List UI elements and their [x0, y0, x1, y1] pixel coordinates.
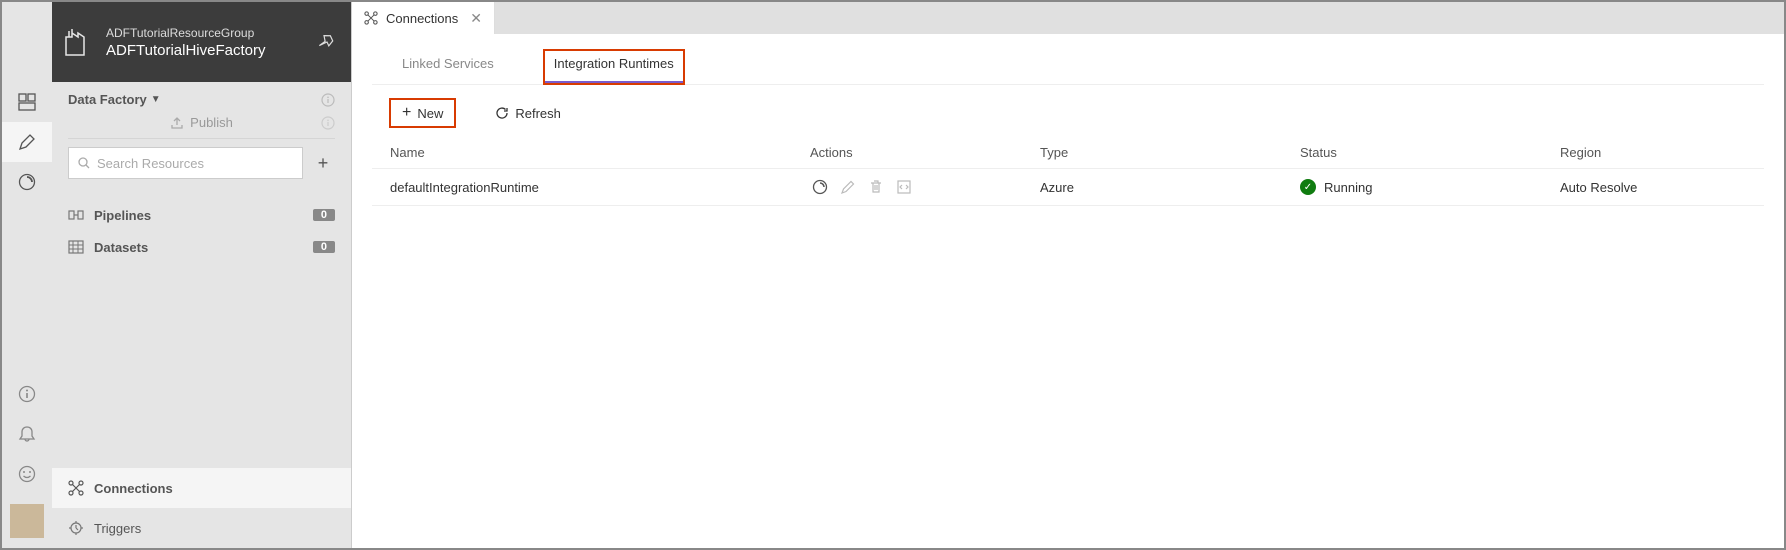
rail-feedback-icon[interactable] [2, 454, 52, 494]
tree-label: Datasets [94, 240, 148, 255]
table-header: Name Actions Type Status Region [372, 137, 1764, 169]
dataset-icon [68, 239, 84, 255]
pipeline-icon [68, 207, 84, 223]
chevron-down-icon: ▼ [151, 94, 161, 105]
cell-region: Auto Resolve [1560, 180, 1746, 195]
col-region: Region [1560, 145, 1746, 160]
info-icon[interactable] [321, 93, 335, 107]
code-action-icon[interactable] [894, 177, 914, 197]
main-area: Connections ✕ Linked Services Integratio… [352, 2, 1784, 548]
col-actions: Actions [810, 145, 1040, 160]
search-box[interactable] [68, 147, 303, 179]
upload-icon [170, 116, 184, 130]
col-name: Name [390, 145, 810, 160]
cell-status: ✓ Running [1300, 179, 1560, 195]
cell-type: Azure [1040, 180, 1300, 195]
status-text: Running [1324, 180, 1372, 195]
delete-action-icon[interactable] [866, 177, 886, 197]
add-resource-button[interactable]: + [311, 151, 335, 175]
rail-author-icon[interactable] [2, 122, 52, 162]
pin-icon[interactable] [319, 34, 335, 50]
factory-header: ADFTutorialResourceGroup ADFTutorialHive… [52, 2, 351, 82]
nav-triggers[interactable]: Triggers [52, 508, 351, 548]
publish-label: Publish [190, 115, 233, 130]
rail-overview-icon[interactable] [2, 82, 52, 122]
new-button[interactable]: + New [390, 99, 455, 127]
section-label: Data Factory [68, 92, 147, 107]
runtime-table: Name Actions Type Status Region defaultI… [372, 137, 1764, 206]
nav-connections[interactable]: Connections [52, 468, 351, 508]
status-ok-icon: ✓ [1300, 179, 1316, 195]
user-avatar[interactable] [10, 504, 44, 538]
factory-icon [64, 27, 94, 57]
tab-title: Connections [386, 11, 458, 26]
search-icon [77, 156, 91, 170]
tree-label: Pipelines [94, 208, 151, 223]
cell-actions [810, 177, 1040, 197]
search-input[interactable] [97, 156, 294, 171]
resource-group-label: ADFTutorialResourceGroup [106, 26, 307, 40]
data-factory-dropdown[interactable]: Data Factory ▼ [68, 92, 335, 107]
tree-datasets[interactable]: Datasets 0 [68, 231, 335, 263]
nav-label: Triggers [94, 521, 141, 536]
edit-action-icon[interactable] [838, 177, 858, 197]
nav-label: Connections [94, 481, 173, 496]
left-panel: ADFTutorialResourceGroup ADFTutorialHive… [52, 2, 352, 548]
connections-icon [364, 11, 378, 25]
refresh-label: Refresh [515, 106, 561, 121]
sub-tab-strip: Linked Services Integration Runtimes [372, 34, 1764, 84]
info-icon[interactable] [321, 116, 335, 130]
tab-connections[interactable]: Connections ✕ [352, 2, 495, 34]
tab-integration-runtimes[interactable]: Integration Runtimes [544, 50, 684, 84]
icon-rail [2, 2, 52, 548]
count-badge: 0 [313, 209, 335, 221]
plus-icon: + [402, 104, 411, 122]
tree-pipelines[interactable]: Pipelines 0 [68, 199, 335, 231]
new-label: New [417, 106, 443, 121]
factory-name-label: ADFTutorialHiveFactory [106, 42, 307, 59]
count-badge: 0 [313, 241, 335, 253]
rail-notifications-icon[interactable] [2, 414, 52, 454]
publish-button[interactable]: Publish [68, 107, 335, 139]
connections-icon [68, 480, 84, 496]
refresh-button[interactable]: Refresh [483, 101, 573, 126]
document-tab-strip: Connections ✕ [352, 2, 1784, 34]
monitor-action-icon[interactable] [810, 177, 830, 197]
rail-info-icon[interactable] [2, 374, 52, 414]
table-row[interactable]: defaultIntegrationRuntime [372, 169, 1764, 206]
cell-name: defaultIntegrationRuntime [390, 180, 810, 195]
col-type: Type [1040, 145, 1300, 160]
col-status: Status [1300, 145, 1560, 160]
toolbar: + New Refresh [372, 85, 1764, 137]
close-icon[interactable]: ✕ [470, 10, 482, 27]
triggers-icon [68, 520, 84, 536]
tab-linked-services[interactable]: Linked Services [392, 50, 504, 84]
refresh-icon [495, 106, 509, 120]
rail-monitor-icon[interactable] [2, 162, 52, 202]
